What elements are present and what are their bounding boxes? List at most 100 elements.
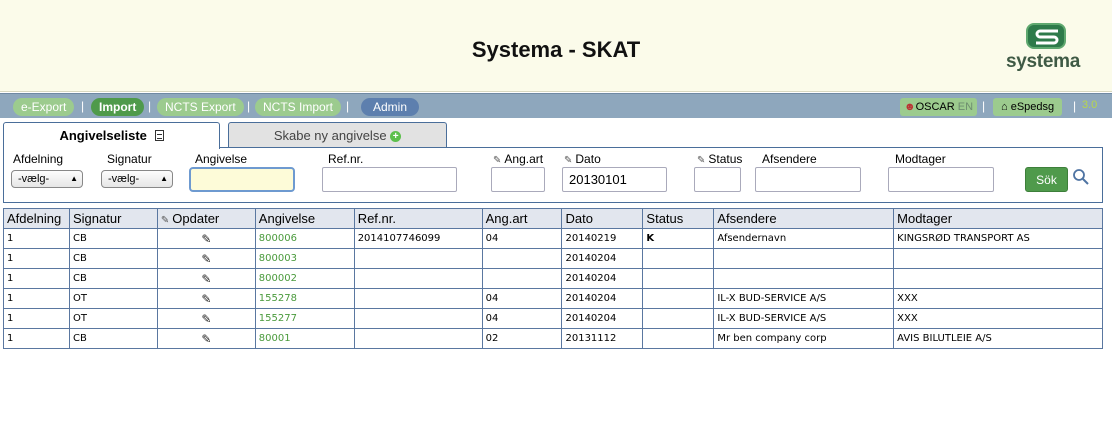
app-title: Systema - SKAT bbox=[471, 37, 641, 62]
column-header-status[interactable]: Status bbox=[642, 208, 715, 229]
edit-pencil-icon[interactable]: ✎ bbox=[201, 332, 211, 346]
cell-afsendere: Afsendernavn bbox=[713, 228, 895, 249]
cell-opdater: ✎ bbox=[156, 308, 256, 329]
afdelning-select[interactable]: -vælg- ▲ bbox=[11, 170, 83, 188]
cell-angivelse-link[interactable]: 800006 bbox=[254, 228, 355, 249]
afdelning-label: Afdelning bbox=[13, 152, 64, 166]
cell-afdelning: 1 bbox=[3, 328, 70, 349]
select-arrows-icon: ▲ bbox=[70, 174, 78, 183]
column-header-refnr[interactable]: Ref.nr. bbox=[353, 208, 483, 229]
angart-label-text: Ang.art bbox=[504, 152, 544, 166]
cell-status bbox=[642, 308, 715, 329]
cell-signatur: CB bbox=[68, 268, 158, 289]
cell-dato: 20140219 bbox=[561, 228, 644, 249]
modtager-input[interactable] bbox=[888, 167, 994, 192]
angivelse-input[interactable] bbox=[189, 167, 295, 192]
cell-afdelning: 1 bbox=[3, 288, 70, 309]
cell-status bbox=[642, 328, 715, 349]
cell-modtager: XXX bbox=[893, 288, 1103, 309]
cell-angart: 04 bbox=[481, 308, 563, 329]
cell-angivelse-link[interactable]: 800002 bbox=[254, 268, 355, 289]
user-badge[interactable]: ☻OSCAR EN bbox=[900, 98, 978, 116]
espedsg-button[interactable]: ⌂ eSpedsg bbox=[993, 98, 1063, 116]
column-header-angart[interactable]: Ang.art bbox=[481, 208, 563, 229]
edit-pencil-icon[interactable]: ✎ bbox=[201, 292, 211, 306]
cell-angivelse-link[interactable]: 80001 bbox=[254, 328, 355, 349]
refnr-input[interactable] bbox=[322, 167, 457, 192]
edit-pencil-icon[interactable]: ✎ bbox=[201, 272, 211, 286]
espedsg-label: eSpedsg bbox=[1010, 101, 1055, 113]
column-header-angivelse[interactable]: Angivelse bbox=[254, 208, 355, 229]
cell-signatur: OT bbox=[68, 288, 158, 309]
table-row: 1 CB ✎ 80001 02 20131112 Mr ben company … bbox=[3, 328, 1103, 349]
cell-angart bbox=[481, 248, 563, 269]
cell-afdelning: 1 bbox=[3, 308, 70, 329]
afdelning-select-value: -vælg- bbox=[18, 173, 50, 185]
cell-dato: 20140204 bbox=[561, 268, 644, 289]
afsendere-input[interactable] bbox=[755, 167, 861, 192]
cell-signatur: CB bbox=[68, 228, 158, 249]
search-button[interactable]: Sök bbox=[1025, 167, 1068, 192]
column-header-dato[interactable]: Dato bbox=[561, 208, 644, 229]
status-input[interactable] bbox=[694, 167, 741, 192]
nav-separator: | bbox=[247, 99, 251, 113]
edit-pencil-icon[interactable]: ✎ bbox=[201, 312, 211, 326]
nav-import[interactable]: Import bbox=[91, 98, 145, 116]
cell-afdelning: 1 bbox=[3, 248, 70, 269]
signatur-select[interactable]: -vælg- ▲ bbox=[101, 170, 173, 188]
systema-logo-mark-icon bbox=[1026, 23, 1066, 49]
status-label-text: Status bbox=[708, 152, 743, 166]
column-header-modtager[interactable]: Modtager bbox=[893, 208, 1103, 229]
cell-afsendere: Mr ben company corp bbox=[713, 328, 895, 349]
afsendere-label: Afsendere bbox=[762, 152, 817, 166]
column-header-opdater[interactable]: ✎ Opdater bbox=[156, 208, 256, 229]
cell-dato: 20140204 bbox=[561, 308, 644, 329]
version-label: 3.0 bbox=[1082, 99, 1098, 111]
column-header-afdelning[interactable]: Afdelning bbox=[3, 208, 70, 229]
cell-afsendere bbox=[713, 248, 895, 269]
cell-signatur: CB bbox=[68, 328, 158, 349]
tab-skabe-ny-angivelse[interactable]: Skabe ny angivelse + bbox=[228, 122, 447, 148]
dato-label-text: Dato bbox=[575, 152, 601, 166]
table-row: 1 OT ✎ 155277 04 20140204 IL-X BUD-SERVI… bbox=[3, 308, 1103, 329]
main-nav: e-Export | Import | NCTS Export | NCTS I… bbox=[0, 93, 1112, 118]
table-row: 1 CB ✎ 800006 2014107746099 04 20140219 … bbox=[3, 228, 1103, 249]
cell-refnr bbox=[353, 308, 483, 329]
cell-refnr bbox=[353, 288, 483, 309]
cell-signatur: OT bbox=[68, 308, 158, 329]
cell-opdater: ✎ bbox=[156, 288, 256, 309]
cell-afsendere bbox=[713, 268, 895, 289]
nav-admin[interactable]: Admin bbox=[361, 98, 420, 116]
tab-angivelseliste[interactable]: Angivelseliste bbox=[3, 122, 220, 149]
nav-e-export[interactable]: e-Export bbox=[13, 98, 75, 116]
nav-separator: | bbox=[346, 99, 350, 113]
table-row: 1 OT ✎ 155278 04 20140204 IL-X BUD-SERVI… bbox=[3, 288, 1103, 309]
cell-angivelse-link[interactable]: 155278 bbox=[254, 288, 355, 309]
modtager-label: Modtager bbox=[895, 152, 946, 166]
table-row: 1 CB ✎ 800002 20140204 bbox=[3, 268, 1103, 289]
cell-angivelse-link[interactable]: 155277 bbox=[254, 308, 355, 329]
cell-angivelse-link[interactable]: 800003 bbox=[254, 248, 355, 269]
cell-refnr bbox=[353, 328, 483, 349]
edit-pencil-icon[interactable]: ✎ bbox=[201, 232, 211, 246]
cell-status bbox=[642, 288, 715, 309]
nav-ncts-import[interactable]: NCTS Import bbox=[255, 98, 342, 116]
column-header-signatur[interactable]: Signatur bbox=[68, 208, 158, 229]
angart-input[interactable] bbox=[491, 167, 545, 192]
nav-ncts-export[interactable]: NCTS Export bbox=[157, 98, 244, 116]
edit-pencil-icon[interactable]: ✎ bbox=[201, 252, 211, 266]
results-table: Afdelning Signatur ✎ Opdater Angivelse Re… bbox=[3, 208, 1103, 349]
column-header-afsendere[interactable]: Afsendere bbox=[713, 208, 895, 229]
search-icon[interactable] bbox=[1072, 168, 1090, 186]
cell-afdelning: 1 bbox=[3, 228, 70, 249]
cell-modtager: AVIS BILUTLEIE A/S bbox=[893, 328, 1103, 349]
table-header-row: Afdelning Signatur ✎ Opdater Angivelse Re… bbox=[3, 208, 1103, 229]
cell-angart: 04 bbox=[481, 228, 563, 249]
status-label: ✎ Status bbox=[697, 152, 742, 166]
cell-angart: 04 bbox=[481, 288, 563, 309]
cell-refnr bbox=[353, 248, 483, 269]
dato-input[interactable]: 20130101 bbox=[562, 167, 667, 192]
pencil-small-icon: ✎ bbox=[160, 215, 170, 226]
cell-refnr bbox=[353, 268, 483, 289]
table-row: 1 CB ✎ 800003 20140204 bbox=[3, 248, 1103, 269]
